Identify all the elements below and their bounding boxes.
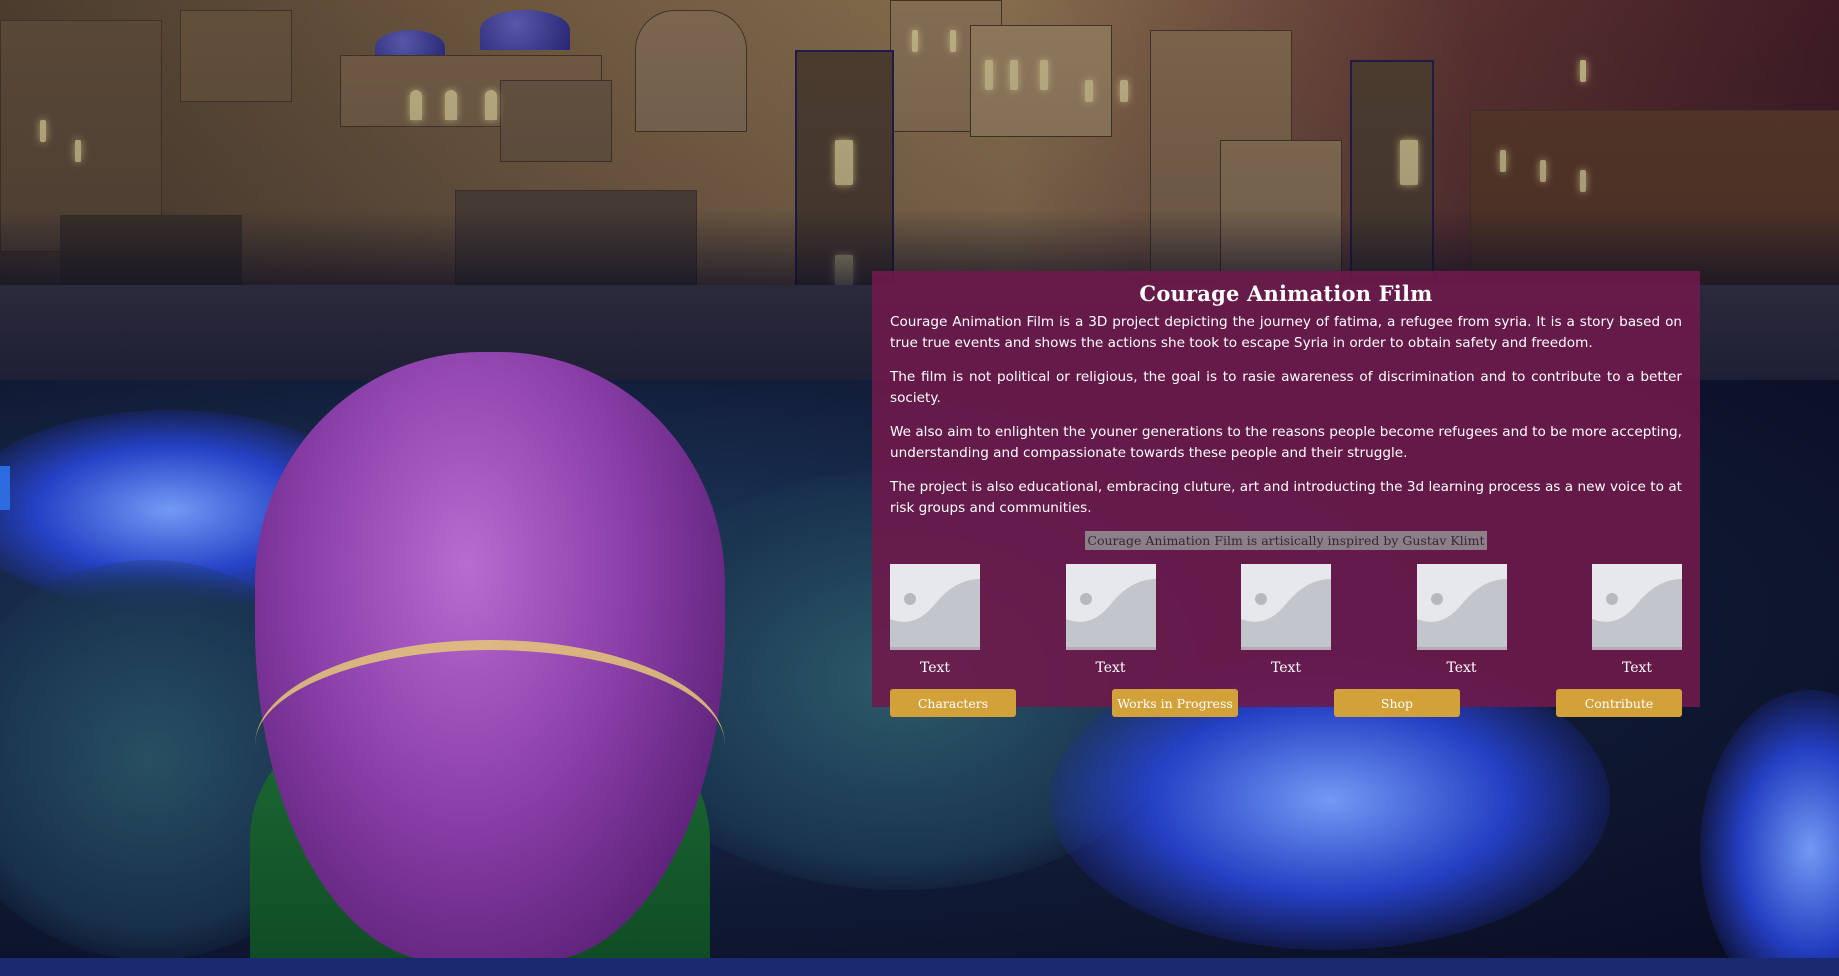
credit-row: Courage Animation Film is artisically in… [890,530,1682,550]
education-paragraph: The project is also educational, embraci… [890,479,1682,516]
image-placeholder-icon[interactable] [890,564,980,650]
thumbnail-item[interactable]: Text [1241,564,1331,676]
shop-button[interactable]: Shop [1334,689,1460,717]
thumbnail-row: Text Text Text Text Text [890,564,1682,676]
thumbnail-label: Text [1621,660,1653,676]
works-in-progress-button[interactable]: Works in Progress [1112,689,1238,717]
thumbnail-item[interactable]: Text [890,564,980,676]
image-placeholder-icon[interactable] [1416,564,1507,650]
info-panel: Courage Animation Film Courage Animation… [872,271,1700,717]
page-title: Courage Animation Film [1139,281,1433,306]
image-placeholder-icon[interactable] [1065,564,1156,650]
thumbnail-label: Text [1446,660,1477,676]
characters-button[interactable]: Characters [890,689,1016,717]
image-placeholder-icon[interactable] [1592,564,1682,650]
contribute-button[interactable]: Contribute [1556,689,1682,717]
ground-edge [0,958,1839,976]
thumbnail-label: Text [1270,660,1302,676]
town-shading [0,0,1839,300]
klimt-credit: Courage Animation Film is artisically in… [1085,531,1487,550]
thumbnail-label: Text [919,660,951,676]
thumbnail-item[interactable]: Text [1065,564,1156,676]
headscarf-gold-trim [255,640,725,850]
thumbnail-item[interactable]: Text [1416,564,1507,676]
intro-paragraph: Courage Animation Film is a 3D project d… [890,314,1682,351]
nav-buttons: Characters Works in Progress Shop Contri… [890,689,1682,717]
goal-paragraph: The film is not political or religious, … [890,369,1682,406]
thumbnail-label: Text [1095,660,1126,676]
aim-paragraph: We also aim to enlighten the youner gene… [890,424,1682,461]
side-tab[interactable] [0,466,10,510]
thumbnail-item[interactable]: Text [1592,564,1682,676]
image-placeholder-icon[interactable] [1241,564,1331,650]
